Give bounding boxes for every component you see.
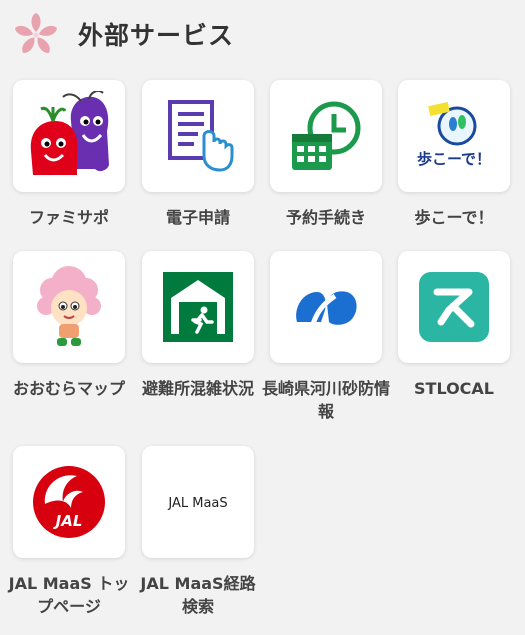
page-header: 外部サービス bbox=[0, 0, 525, 66]
service-tile-e-application[interactable] bbox=[142, 80, 254, 192]
reservation-calendar-clock-icon bbox=[292, 101, 361, 170]
service-tile-arukode[interactable]: 歩こーで！ bbox=[398, 80, 510, 192]
service-tile-stlocal[interactable] bbox=[398, 251, 510, 363]
page-title: 外部サービス bbox=[78, 21, 235, 50]
omura-map-mascot-icon bbox=[37, 266, 101, 346]
service-label-jal-maas-top: JAL MaaS トップページ bbox=[8, 574, 130, 616]
service-label-river-info: 長崎県河川砂防情報 bbox=[262, 379, 391, 421]
cherry-blossom-icon bbox=[15, 13, 57, 53]
service-label-stlocal: STLOCAL bbox=[414, 379, 494, 398]
arukode-walking-app-icon: 歩こーで！ bbox=[417, 102, 491, 168]
nagasaki-river-info-icon bbox=[296, 291, 357, 325]
service-tile-river-info[interactable] bbox=[270, 251, 382, 363]
service-tile-omura-map[interactable] bbox=[13, 251, 125, 363]
jal-crane-logo-icon: JAL bbox=[33, 466, 105, 538]
e-application-document-icon bbox=[168, 100, 234, 172]
service-tile-jal-maas-route[interactable]: JAL MaaS bbox=[142, 446, 254, 558]
evacuation-shelter-icon bbox=[163, 272, 233, 342]
famisapo-mascot-icon bbox=[30, 91, 109, 175]
service-label-arukode: 歩こーで！ bbox=[414, 208, 494, 227]
arukode-icon-text: 歩こーで！ bbox=[417, 150, 491, 168]
jal-maas-logo-icon: JAL MaaS bbox=[167, 496, 227, 511]
service-label-evacuation: 避難所混雑状況 bbox=[141, 379, 254, 398]
service-label-jal-maas-route: JAL MaaS経路検索 bbox=[140, 574, 256, 616]
service-label-reservation: 予約手続き bbox=[285, 208, 366, 227]
service-tile-evacuation[interactable] bbox=[142, 251, 254, 363]
stlocal-app-icon bbox=[419, 272, 489, 342]
service-label-omura-map: おおむらマップ bbox=[12, 379, 125, 398]
service-label-e-application: 電子申請 bbox=[165, 208, 230, 227]
service-tile-reservation[interactable] bbox=[270, 80, 382, 192]
service-tile-famisapo[interactable] bbox=[13, 80, 125, 192]
service-label-famisapo: ファミサポ bbox=[28, 208, 109, 227]
jal-maas-logo-text: JAL MaaS bbox=[167, 496, 227, 511]
service-tile-jal-maas-top[interactable]: JAL bbox=[13, 446, 125, 558]
jal-logo-text: JAL bbox=[53, 512, 83, 530]
